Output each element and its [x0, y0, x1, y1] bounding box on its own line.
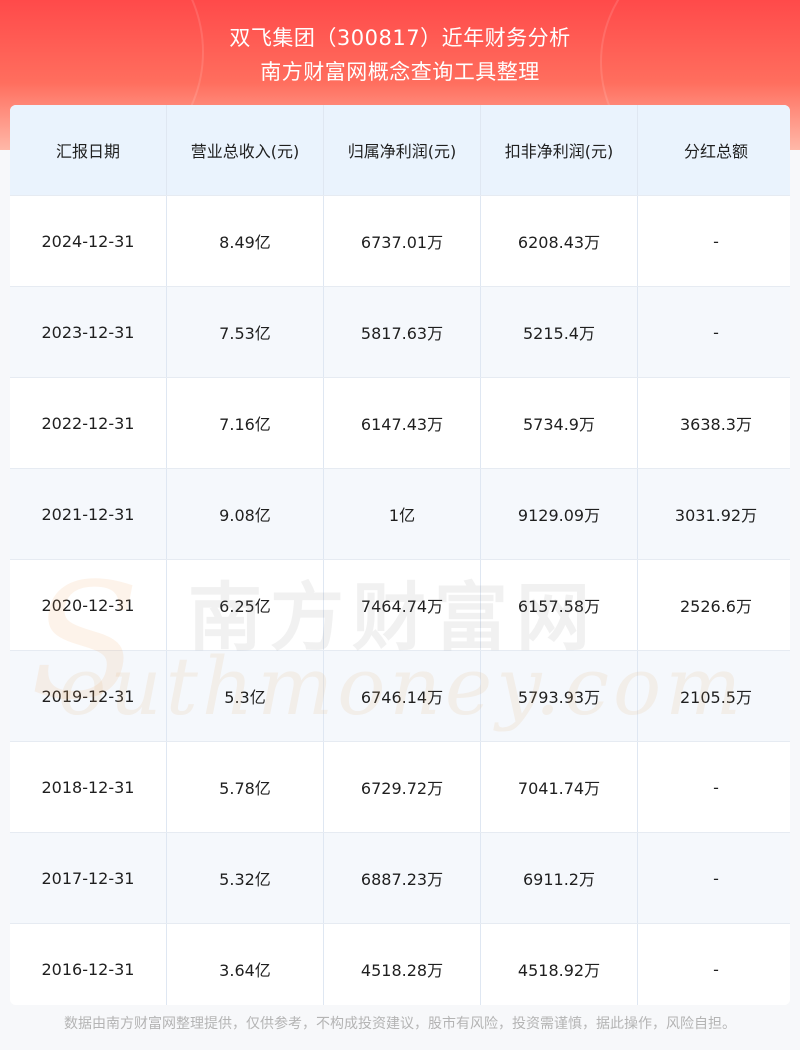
- table-cell: -: [637, 832, 790, 924]
- table-cell: 2526.6万: [637, 559, 790, 651]
- table-cell: 3031.92万: [637, 468, 790, 560]
- table-row: 2016-12-31 3.64亿 4518.28万 4518.92万 -: [10, 923, 790, 1005]
- table-cell: 7464.74万: [323, 559, 481, 651]
- table-cell: 2024-12-31: [10, 195, 167, 287]
- table-cell: 5215.4万: [480, 286, 638, 378]
- table-cell: 6737.01万: [323, 195, 481, 287]
- table-row: 2024-12-31 8.49亿 6737.01万 6208.43万 -: [10, 195, 790, 287]
- table-cell: 5.78亿: [166, 741, 324, 833]
- table-cell: -: [637, 923, 790, 1005]
- table-cell: 6147.43万: [323, 377, 481, 469]
- column-header: 营业总收入(元): [166, 105, 324, 196]
- table-row: 2021-12-31 9.08亿 1亿 9129.09万 3031.92万: [10, 468, 790, 560]
- table-cell: 2019-12-31: [10, 650, 167, 742]
- table-cell: 1亿: [323, 468, 481, 560]
- table-cell: -: [637, 286, 790, 378]
- table-cell: 7.16亿: [166, 377, 324, 469]
- table-row: 2023-12-31 7.53亿 5817.63万 5215.4万 -: [10, 286, 790, 378]
- table-row: 2019-12-31 5.3亿 6746.14万 5793.93万 2105.5…: [10, 650, 790, 742]
- table-cell: 3.64亿: [166, 923, 324, 1005]
- table-cell: 5.3亿: [166, 650, 324, 742]
- table-cell: 4518.28万: [323, 923, 481, 1005]
- table-cell: 6157.58万: [480, 559, 638, 651]
- table-cell: 6208.43万: [480, 195, 638, 287]
- table-row: 2020-12-31 6.25亿 7464.74万 6157.58万 2526.…: [10, 559, 790, 651]
- table-cell: 7.53亿: [166, 286, 324, 378]
- table-cell: 6.25亿: [166, 559, 324, 651]
- column-header: 归属净利润(元): [323, 105, 481, 196]
- table-cell: 9129.09万: [480, 468, 638, 560]
- table-cell: 3638.3万: [637, 377, 790, 469]
- table-cell: 5793.93万: [480, 650, 638, 742]
- table-cell: 2021-12-31: [10, 468, 167, 560]
- table-cell: 2022-12-31: [10, 377, 167, 469]
- table-cell: 5.32亿: [166, 832, 324, 924]
- table-cell: -: [637, 741, 790, 833]
- column-header: 分红总额: [637, 105, 790, 196]
- table-cell: 5817.63万: [323, 286, 481, 378]
- page-subtitle: 南方财富网概念查询工具整理: [260, 60, 540, 84]
- table-cell: 6729.72万: [323, 741, 481, 833]
- financial-table: 汇报日期 营业总收入(元) 归属净利润(元) 扣非净利润(元) 分红总额 202…: [10, 105, 790, 1005]
- column-header: 汇报日期: [10, 105, 167, 196]
- disclaimer-text: 数据由南方财富网整理提供，仅供参考，不构成投资建议，股市有风险，投资需谨慎，据此…: [64, 1016, 736, 1032]
- table-cell: 2105.5万: [637, 650, 790, 742]
- financial-table-card: 汇报日期 营业总收入(元) 归属净利润(元) 扣非净利润(元) 分红总额 202…: [10, 105, 790, 1005]
- column-header: 扣非净利润(元): [480, 105, 638, 196]
- table-cell: 9.08亿: [166, 468, 324, 560]
- table-cell: 6887.23万: [323, 832, 481, 924]
- table-row: 2018-12-31 5.78亿 6729.72万 7041.74万 -: [10, 741, 790, 833]
- table-cell: -: [637, 195, 790, 287]
- table-row: 2017-12-31 5.32亿 6887.23万 6911.2万 -: [10, 832, 790, 924]
- table-cell: 2023-12-31: [10, 286, 167, 378]
- table-cell: 4518.92万: [480, 923, 638, 1005]
- table-cell: 2018-12-31: [10, 741, 167, 833]
- table-cell: 2020-12-31: [10, 559, 167, 651]
- table-row: 2022-12-31 7.16亿 6147.43万 5734.9万 3638.3…: [10, 377, 790, 469]
- table-cell: 6911.2万: [480, 832, 638, 924]
- table-cell: 5734.9万: [480, 377, 638, 469]
- page-title: 双飞集团（300817）近年财务分析: [229, 26, 571, 50]
- table-cell: 6746.14万: [323, 650, 481, 742]
- table-header-row: 汇报日期 营业总收入(元) 归属净利润(元) 扣非净利润(元) 分红总额: [10, 105, 790, 196]
- table-cell: 2016-12-31: [10, 923, 167, 1005]
- table-cell: 8.49亿: [166, 195, 324, 287]
- table-cell: 7041.74万: [480, 741, 638, 833]
- table-cell: 2017-12-31: [10, 832, 167, 924]
